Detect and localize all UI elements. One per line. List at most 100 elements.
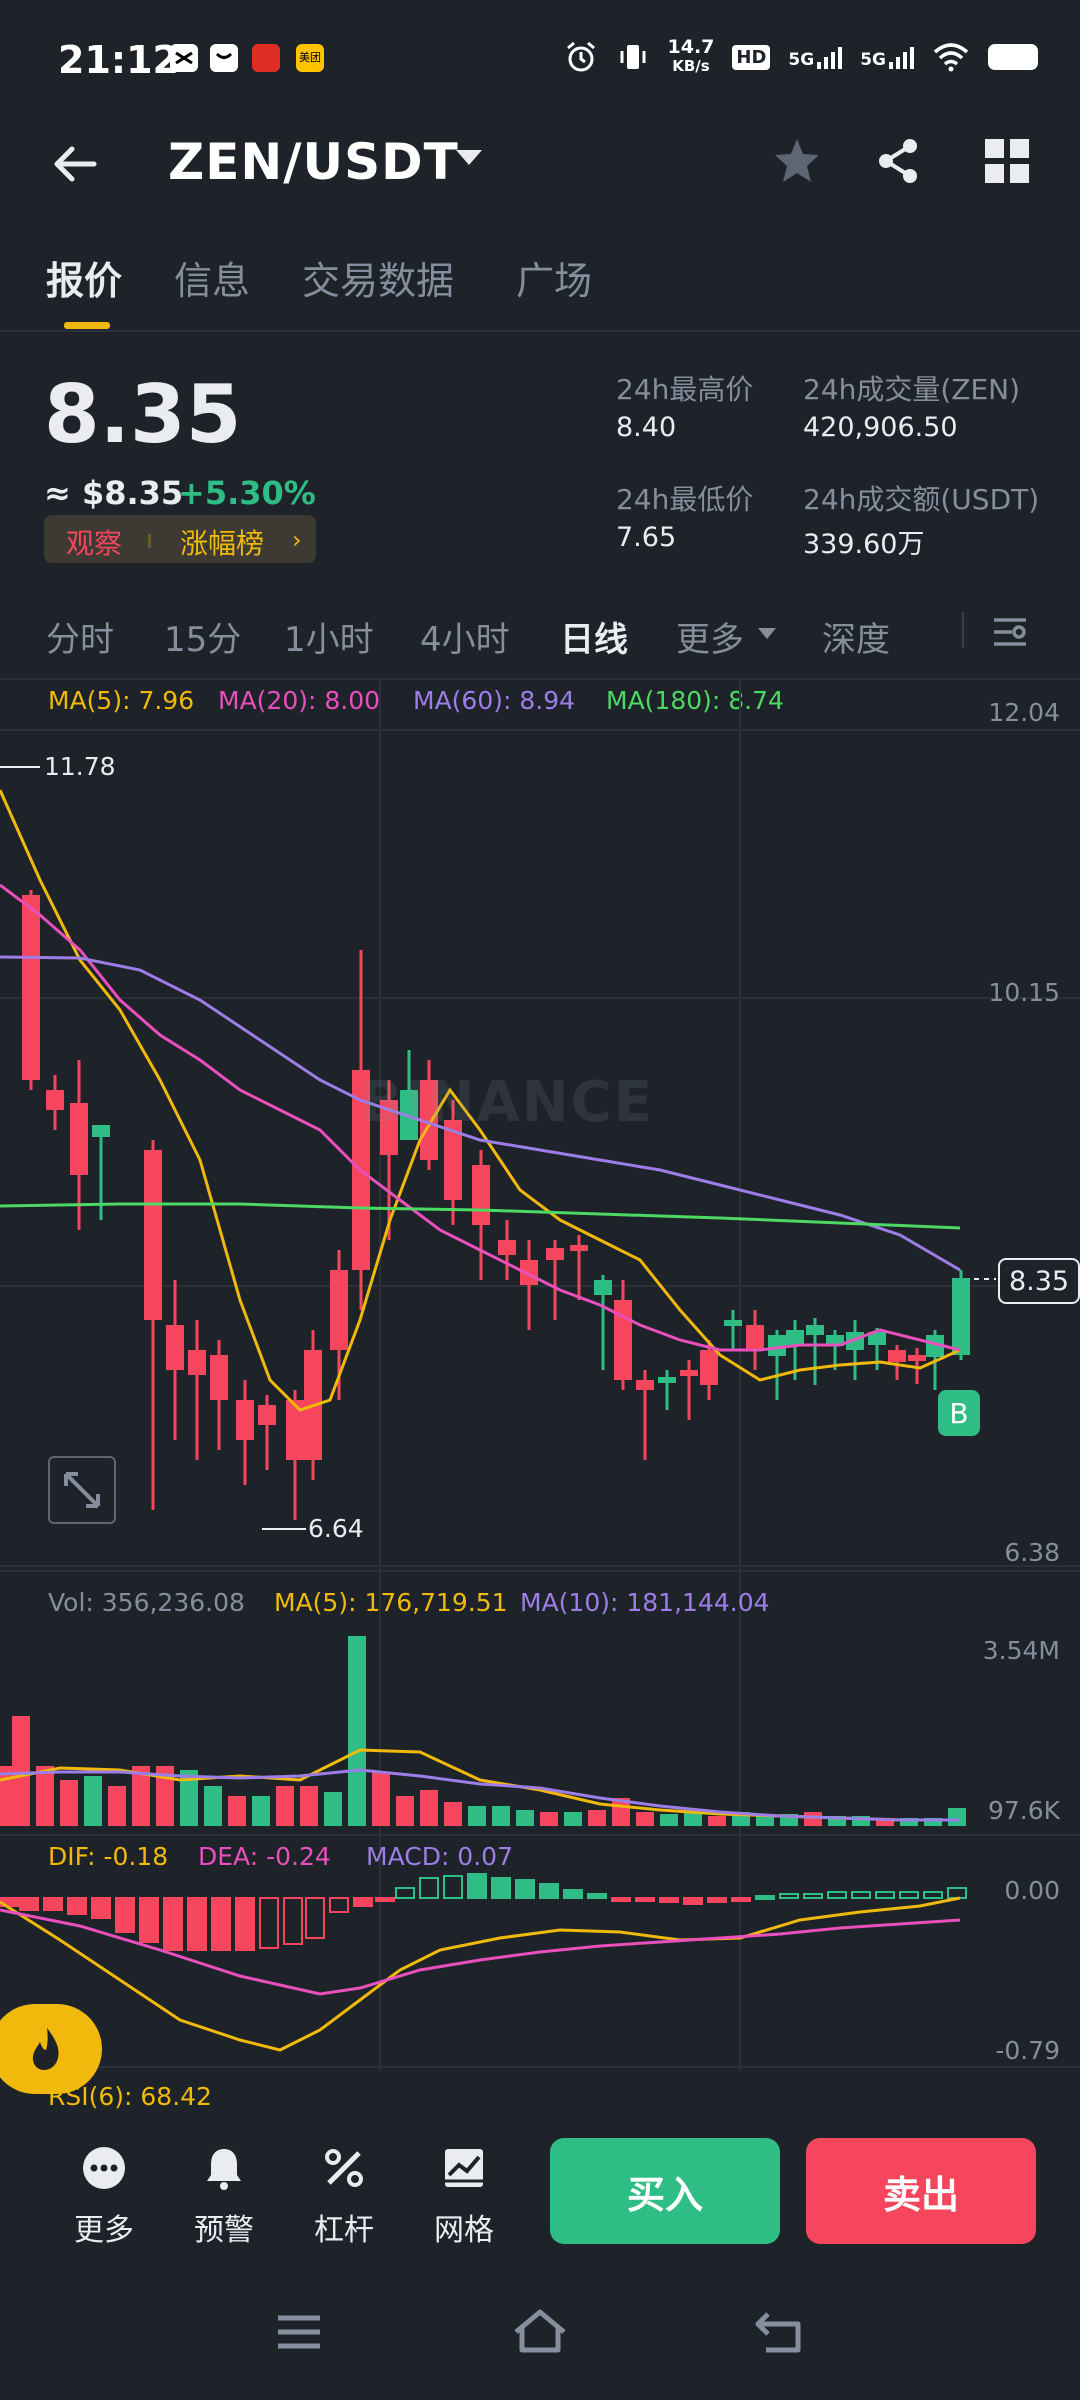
macd-bar: [779, 1893, 799, 1899]
macd-axis-top: 0.00: [1004, 1876, 1060, 1905]
interval-15m[interactable]: 15分: [164, 612, 241, 661]
volume-bar: [348, 1636, 366, 1826]
pair-dropdown-caret-icon[interactable]: [456, 150, 482, 165]
flame-icon: [32, 2028, 59, 2070]
tabs-divider: [0, 330, 1080, 332]
candle-body: [330, 1270, 348, 1350]
signal-1: 5G: [788, 44, 843, 70]
macd-bar: [375, 1897, 395, 1902]
battery-icon: [988, 44, 1038, 70]
bell-icon: [207, 2149, 241, 2190]
candle-body: [210, 1355, 228, 1400]
candle-body: [546, 1248, 564, 1260]
candle-body: [746, 1325, 764, 1350]
candle-body: [236, 1400, 254, 1440]
grid-menu-icon[interactable]: [980, 134, 1034, 188]
macd-bar: [803, 1893, 823, 1899]
expand-icon: [64, 1472, 100, 1508]
volume-divider: [0, 1570, 1080, 1572]
more-action[interactable]: 更多: [54, 2145, 154, 2249]
binance-watermark: BINANCE: [360, 1070, 654, 1135]
macd-bar: [923, 1891, 943, 1899]
tab-info[interactable]: 信息: [174, 250, 250, 305]
sell-button[interactable]: 卖出: [806, 2138, 1036, 2244]
more-caret-icon: [758, 628, 776, 639]
macd-bar: [305, 1897, 325, 1939]
volume-legend: Vol: 356,236.08: [48, 1588, 245, 1617]
macd-bar: [899, 1891, 919, 1899]
candle-body: [786, 1330, 804, 1345]
macd-bar: [755, 1895, 775, 1900]
macd-bar: [211, 1897, 231, 1951]
grid-trading-action[interactable]: 网格: [414, 2145, 514, 2249]
macd-bar: [563, 1889, 583, 1899]
buy-button[interactable]: 买入: [550, 2138, 780, 2244]
chart-settings-icon[interactable]: [990, 612, 1030, 652]
last-price: 8.35: [44, 368, 242, 461]
leverage-percent-icon: [325, 2149, 363, 2187]
low-marker-line: [262, 1528, 306, 1530]
volume-bar: [108, 1786, 126, 1826]
more-action-label: 更多: [74, 2213, 134, 2248]
macd-bar: [419, 1877, 439, 1899]
macd-bar: [707, 1897, 727, 1903]
wifi-icon: [933, 43, 969, 72]
fullscreen-button[interactable]: [48, 1456, 116, 1524]
macd-bar: [443, 1875, 463, 1899]
status-bar: 21:12 美团 14.7 KB/s HD 5G 5G: [0, 0, 1080, 120]
home-icon[interactable]: [510, 2306, 570, 2356]
interval-more[interactable]: 更多: [676, 612, 744, 661]
low-marker-label: 6.64: [308, 1514, 364, 1543]
candle-body: [658, 1377, 676, 1383]
pair-title[interactable]: ZEN/USDT: [168, 133, 459, 191]
high-marker-label: 11.78: [44, 752, 116, 781]
hot-fab-button[interactable]: [0, 2004, 102, 2094]
hd-badge: HD: [732, 44, 771, 70]
tab-trade-data[interactable]: 交易数据: [302, 250, 454, 305]
back-arrow-icon[interactable]: [50, 140, 98, 188]
net-speed-value: 14.7: [667, 36, 715, 58]
macd-bar: [353, 1897, 373, 1907]
macd-bar: [731, 1897, 751, 1902]
interval-depth[interactable]: 深度: [822, 612, 890, 661]
share-icon[interactable]: [872, 134, 926, 188]
interval-1h[interactable]: 1小时: [284, 612, 374, 661]
volume-bar: [468, 1806, 486, 1826]
macd-bar: [611, 1897, 631, 1902]
price-change-percent: +5.30%: [178, 474, 316, 512]
system-nav-bar: [0, 2280, 1080, 2400]
buy-marker[interactable]: B: [938, 1390, 980, 1436]
tab-square[interactable]: 广场: [516, 250, 592, 305]
volume-axis-bottom: 97.6K: [987, 1796, 1060, 1825]
volume-bar: [540, 1812, 558, 1826]
kline-chart[interactable]: [0, 680, 1080, 2120]
candle-body: [806, 1325, 824, 1335]
candle-body: [472, 1165, 490, 1225]
volume-bar: [564, 1812, 582, 1826]
menu-icon[interactable]: [274, 2310, 324, 2354]
favorite-star-icon[interactable]: [770, 134, 824, 188]
volume-bar: [300, 1786, 318, 1826]
interval-1d[interactable]: 日线: [560, 612, 628, 661]
volume-bar: [636, 1812, 654, 1826]
back-nav-icon[interactable]: [754, 2308, 806, 2356]
candle-body: [908, 1355, 926, 1361]
macd-dea-legend: DEA: -0.24: [198, 1842, 331, 1871]
high-label: 24h最高价: [616, 373, 754, 406]
macd-bar: [19, 1897, 39, 1911]
grid-bot-icon: [445, 2149, 483, 2187]
meituan-app-icon: 美团: [296, 44, 324, 72]
macd-bar: [539, 1883, 559, 1899]
interval-4h[interactable]: 4小时: [420, 612, 510, 661]
candle-body: [888, 1350, 906, 1362]
margin-action[interactable]: 杠杆: [294, 2145, 394, 2249]
tab-quote[interactable]: 报价: [46, 250, 122, 305]
alert-action[interactable]: 预警: [174, 2145, 274, 2249]
active-tab-indicator: [64, 322, 110, 329]
volume-ma10-legend: MA(10): 181,144.04: [520, 1588, 770, 1617]
interval-timeline[interactable]: 分时: [46, 612, 114, 661]
macd-bar: [683, 1897, 703, 1905]
macd-bar: [587, 1893, 607, 1899]
macd-bar: [329, 1897, 349, 1913]
volume-bar: [588, 1810, 606, 1826]
